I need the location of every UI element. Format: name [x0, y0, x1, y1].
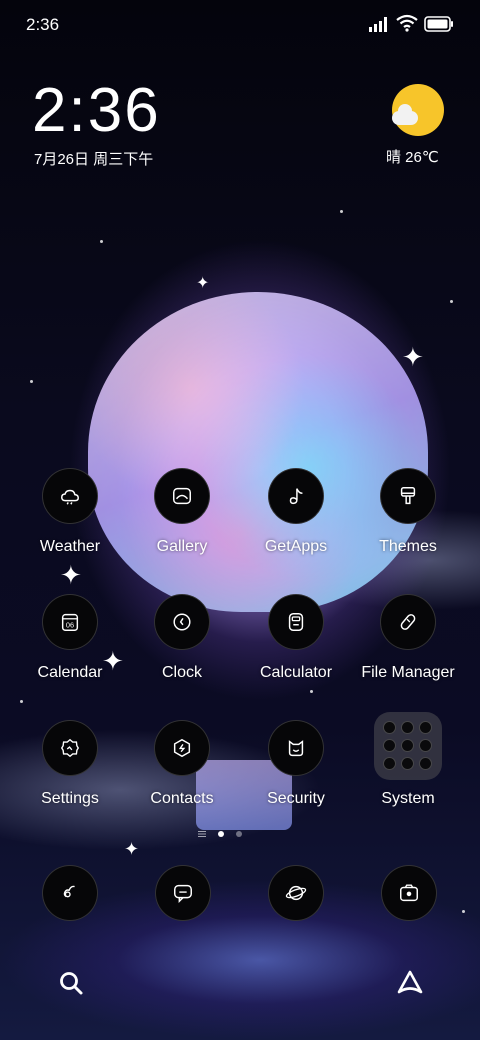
app-label: Clock: [161, 664, 202, 681]
app-label: Contacts: [150, 790, 214, 807]
app-themes[interactable]: Themes: [352, 468, 464, 568]
status-bar: 2:36: [0, 0, 480, 50]
star-dot: [20, 700, 23, 703]
app-contacts[interactable]: Contacts: [126, 720, 238, 820]
app-label: System: [381, 790, 435, 807]
folder-icon: [374, 712, 442, 780]
dock-browser[interactable]: [268, 865, 324, 921]
wifi-icon: [396, 14, 418, 32]
status-time: 2:36: [26, 15, 60, 34]
sparkle-icon: ✦: [124, 839, 140, 859]
phone-icon: [42, 865, 98, 921]
calendar-icon-date: 06: [66, 621, 74, 630]
calendar-icon: 06: [42, 594, 98, 650]
app-label: File Manager: [361, 664, 455, 681]
app-weather[interactable]: Weather: [14, 468, 126, 568]
gallery-icon: [154, 468, 210, 524]
app-folder-system[interactable]: System: [352, 712, 464, 820]
calculator-icon: [268, 594, 324, 650]
app-label: Themes: [379, 538, 437, 555]
clock-icon: [154, 594, 210, 650]
weather-icon: [42, 468, 98, 524]
settings-icon: [42, 720, 98, 776]
app-file-manager[interactable]: File Manager: [352, 594, 464, 694]
sparkle-icon: ✦: [402, 342, 424, 372]
page-indicator[interactable]: [198, 830, 258, 840]
page-dot: [236, 831, 242, 837]
dock-camera[interactable]: [381, 865, 437, 921]
app-label: Gallery: [156, 538, 208, 555]
app-settings[interactable]: Settings: [14, 720, 126, 820]
star-dot: [462, 910, 465, 913]
cloud-icon: [392, 104, 418, 125]
security-icon: [268, 720, 324, 776]
weather-widget[interactable]: 晴 26℃: [380, 84, 460, 168]
app-gallery[interactable]: Gallery: [126, 468, 238, 568]
browser-icon: [268, 865, 324, 921]
file-manager-icon: [380, 594, 436, 650]
star-dot: [100, 240, 103, 243]
clock-widget-time: 2:36: [32, 76, 161, 145]
signal-icon: [369, 17, 387, 32]
sparkle-icon: ✦: [196, 275, 210, 292]
contacts-icon: [154, 720, 210, 776]
page-indicator-menu-icon: [198, 831, 206, 837]
app-calculator[interactable]: Calculator: [240, 594, 352, 694]
search-icon[interactable]: [58, 970, 84, 996]
messages-icon: [155, 865, 211, 921]
clock-widget-date: 7月26日 周三下午: [34, 151, 154, 168]
launcher-icon[interactable]: [396, 969, 424, 997]
page-dot-active: [218, 831, 224, 837]
getapps-icon: [268, 468, 324, 524]
app-calendar[interactable]: 06 Calendar: [14, 594, 126, 694]
weather-widget-text: 晴 26℃: [386, 149, 439, 166]
star-dot: [30, 380, 33, 383]
dock-phone[interactable]: [42, 865, 98, 921]
clock-widget[interactable]: 2:36 7月26日 周三下午: [32, 80, 292, 170]
camera-icon: [381, 865, 437, 921]
app-security[interactable]: Security: [240, 720, 352, 820]
star-dot: [340, 210, 343, 213]
dock-messages[interactable]: [155, 865, 211, 921]
themes-icon: [380, 468, 436, 524]
app-getapps[interactable]: GetApps: [240, 468, 352, 568]
app-clock[interactable]: Clock: [126, 594, 238, 694]
battery-icon: [424, 16, 453, 32]
star-dot: [450, 300, 453, 303]
